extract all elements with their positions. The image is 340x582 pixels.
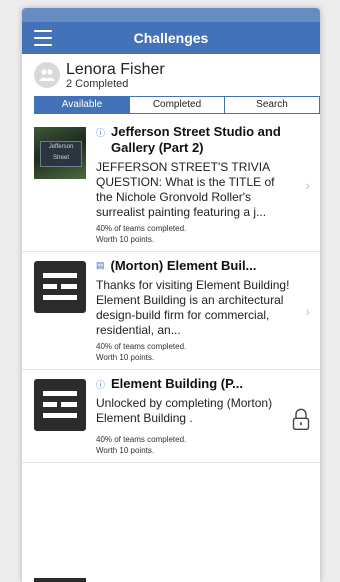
group-icon xyxy=(39,69,55,81)
chevron-right-icon: › xyxy=(305,176,310,193)
list-item[interactable]: Jefferson Street ⓘ Jefferson Street Stud… xyxy=(22,118,320,252)
points-value: Worth 10 points. xyxy=(96,446,155,455)
location-icon: ⓘ xyxy=(96,128,106,138)
status-bar xyxy=(22,8,320,22)
challenge-thumbnail: Jefferson Street xyxy=(34,127,86,179)
points-value: Worth 10 points. xyxy=(96,353,155,362)
next-item-peek xyxy=(34,578,86,582)
tab-search[interactable]: Search xyxy=(224,97,319,113)
user-summary: Lenora Fisher 2 Completed xyxy=(22,54,320,96)
thumbnail-sign-text: Jefferson Street xyxy=(40,141,82,167)
challenge-list: Jefferson Street ⓘ Jefferson Street Stud… xyxy=(22,118,320,463)
tab-completed[interactable]: Completed xyxy=(129,97,224,113)
chevron-right-icon: › xyxy=(305,302,310,319)
page-title: Challenges xyxy=(133,30,209,46)
completed-count: 2 Completed xyxy=(66,77,129,90)
challenge-tabs: Available Completed Search xyxy=(34,96,320,114)
list-item[interactable]: ⓘ Element Building (P... Unlocked by com… xyxy=(22,370,320,463)
points-value: Worth 10 points. xyxy=(96,235,155,244)
challenge-description: Thanks for visiting Element Building! El… xyxy=(96,278,290,337)
teams-completed: 40% of teams completed. xyxy=(96,435,187,444)
text-icon: ▤ xyxy=(96,260,105,270)
challenge-thumbnail xyxy=(34,379,86,431)
lock-icon xyxy=(292,407,310,436)
teams-completed: 40% of teams completed. xyxy=(96,342,187,351)
challenge-description: JEFFERSON STREET'S TRIVIA QUESTION: What… xyxy=(96,160,275,219)
nav-bar: Challenges xyxy=(22,22,320,54)
location-icon: ⓘ xyxy=(96,380,106,390)
challenge-title: Element Building (P... xyxy=(111,376,243,391)
challenge-title: Jefferson Street Studio and Gallery (Par… xyxy=(111,124,281,155)
challenge-description: Unlocked by completing (Morton) Element … xyxy=(96,396,273,425)
tab-available[interactable]: Available xyxy=(35,97,129,113)
list-item[interactable]: ▤ (Morton) Element Buil... Thanks for vi… xyxy=(22,252,320,370)
challenge-thumbnail xyxy=(34,261,86,313)
hamburger-menu-icon[interactable] xyxy=(34,30,52,46)
avatar[interactable] xyxy=(34,62,60,88)
teams-completed: 40% of teams completed. xyxy=(96,224,187,233)
phone-screen: Challenges Lenora Fisher 2 Completed Ava… xyxy=(22,8,320,582)
user-name: Lenora Fisher xyxy=(66,60,165,78)
challenge-title: (Morton) Element Buil... xyxy=(110,258,257,273)
